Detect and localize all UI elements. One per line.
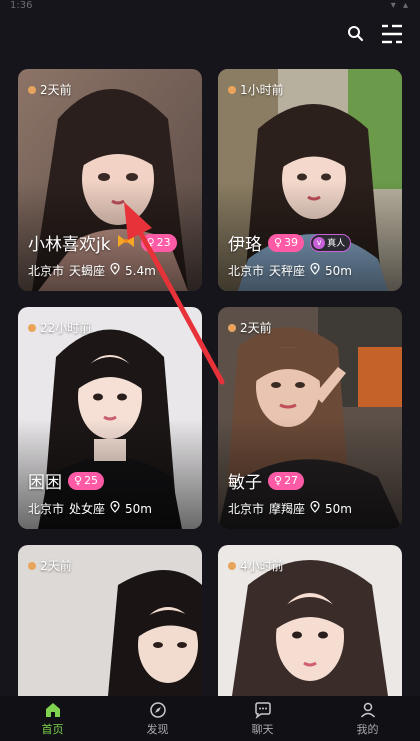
name-row: 困困 ♀ 25 — [28, 468, 105, 493]
age-badge: ♀ 39 — [268, 233, 305, 252]
profile-zodiac: 天秤座 — [269, 264, 306, 278]
profile-city: 北京市 — [228, 502, 265, 516]
menu-icon[interactable] — [378, 20, 406, 48]
nav-discover[interactable]: 发现 — [105, 696, 210, 741]
verified-label: 真人 — [327, 239, 346, 249]
compass-icon — [149, 701, 166, 718]
female-icon: ♀ — [274, 474, 283, 487]
location-pin-icon — [310, 262, 320, 278]
name-row: 小林喜欢jk ♀ 23 — [28, 230, 177, 255]
online-dot-icon — [28, 561, 36, 570]
info-row: 北京市 天蝎座 5.4m — [28, 262, 156, 279]
online-time: 4小时前 — [240, 559, 284, 573]
bottom-nav: 首页 发现 聊天 我的 — [0, 696, 420, 741]
online-time: 2天前 — [240, 321, 272, 335]
online-time: 2天前 — [40, 83, 72, 97]
female-icon: ♀ — [74, 474, 83, 487]
profile-distance: 50m — [125, 501, 152, 516]
chat-bubble-icon — [254, 701, 271, 719]
profile-card[interactable]: 1小时前 伊珞 ♀ 39 v 真人 北京市 天秤座 50m — [218, 69, 402, 291]
location-pin-icon — [310, 500, 320, 516]
profile-city: 北京市 — [28, 264, 65, 278]
location-pin-icon — [110, 500, 120, 516]
female-icon: ♀ — [146, 236, 155, 249]
nav-me-label: 我的 — [356, 722, 379, 736]
profile-card[interactable]: 2天前 敏子 ♀ 27 北京市 摩羯座 50m — [218, 307, 402, 529]
info-row: 北京市 天秤座 50m — [228, 262, 352, 279]
verified-badge: v 真人 — [310, 233, 352, 252]
online-dot-icon — [28, 85, 36, 94]
online-time: 22小时前 — [40, 321, 92, 335]
app-screen: 1:36 ▾ ▴ 2天前 小林喜欢jk ♀ 23 北京市 天蝎座 5.4m 1小… — [0, 0, 420, 741]
profile-card[interactable]: 4小时前 — [218, 545, 402, 696]
profile-distance: 50m — [325, 263, 352, 278]
home-icon — [45, 702, 60, 717]
location-pin-icon — [110, 262, 120, 278]
age-badge: ♀ 27 — [268, 471, 305, 490]
online-time-tag: 2天前 — [28, 81, 72, 98]
age-value: 25 — [84, 474, 99, 487]
nav-chat[interactable]: 聊天 — [210, 696, 315, 741]
nav-me[interactable]: 我的 — [315, 696, 420, 741]
nav-home[interactable]: 首页 — [0, 696, 105, 741]
search-icon[interactable] — [344, 22, 368, 46]
name-row: 伊珞 ♀ 39 v 真人 — [228, 230, 352, 255]
nav-chat-label: 聊天 — [251, 722, 274, 736]
online-time-tag: 1小时前 — [228, 81, 284, 98]
profile-zodiac: 摩羯座 — [269, 502, 306, 516]
online-time-tag: 2天前 — [228, 319, 272, 336]
online-dot-icon — [28, 323, 36, 332]
profile-card[interactable]: 2天前 小林喜欢jk ♀ 23 北京市 天蝎座 5.4m — [18, 69, 202, 291]
profile-card[interactable]: 22小时前 困困 ♀ 25 北京市 处女座 50m — [18, 307, 202, 529]
age-value: 27 — [284, 474, 299, 487]
profile-name: 困困 — [28, 473, 62, 493]
nav-discover-label: 发现 — [146, 722, 169, 736]
info-row: 北京市 摩羯座 50m — [228, 500, 352, 517]
age-badge: ♀ 23 — [140, 233, 177, 252]
online-dot-icon — [228, 561, 236, 570]
profile-city: 北京市 — [228, 264, 265, 278]
nav-home-label: 首页 — [41, 722, 64, 736]
profile-city: 北京市 — [28, 502, 65, 516]
profile-name: 伊珞 — [228, 235, 262, 255]
profile-distance: 50m — [325, 501, 352, 516]
profile-zodiac: 处女座 — [69, 502, 106, 516]
online-time: 2天前 — [40, 559, 72, 573]
online-time-tag: 2天前 — [28, 557, 72, 574]
profile-zodiac: 天蝎座 — [69, 264, 106, 278]
online-time: 1小时前 — [240, 83, 284, 97]
status-time: 1:36 — [10, 0, 33, 11]
age-value: 39 — [284, 236, 299, 249]
online-dot-icon — [228, 323, 236, 332]
verified-check-icon: v — [313, 236, 326, 249]
bow-icon — [117, 233, 135, 252]
online-time-tag: 4小时前 — [228, 557, 284, 574]
age-badge: ♀ 25 — [68, 471, 105, 490]
top-bar: 1:36 ▾ ▴ — [0, 0, 420, 64]
online-time-tag: 22小时前 — [28, 319, 91, 336]
status-icons: ▾ ▴ — [390, 0, 410, 11]
profile-name: 小林喜欢jk — [28, 235, 111, 255]
person-icon — [360, 702, 375, 718]
female-icon: ♀ — [274, 236, 283, 249]
online-dot-icon — [228, 85, 236, 94]
profile-name: 敏子 — [228, 473, 262, 493]
profile-card[interactable]: 2天前 — [18, 545, 202, 696]
profile-distance: 5.4m — [125, 263, 156, 278]
age-value: 23 — [156, 236, 171, 249]
name-row: 敏子 ♀ 27 — [228, 468, 305, 493]
info-row: 北京市 处女座 50m — [28, 500, 152, 517]
